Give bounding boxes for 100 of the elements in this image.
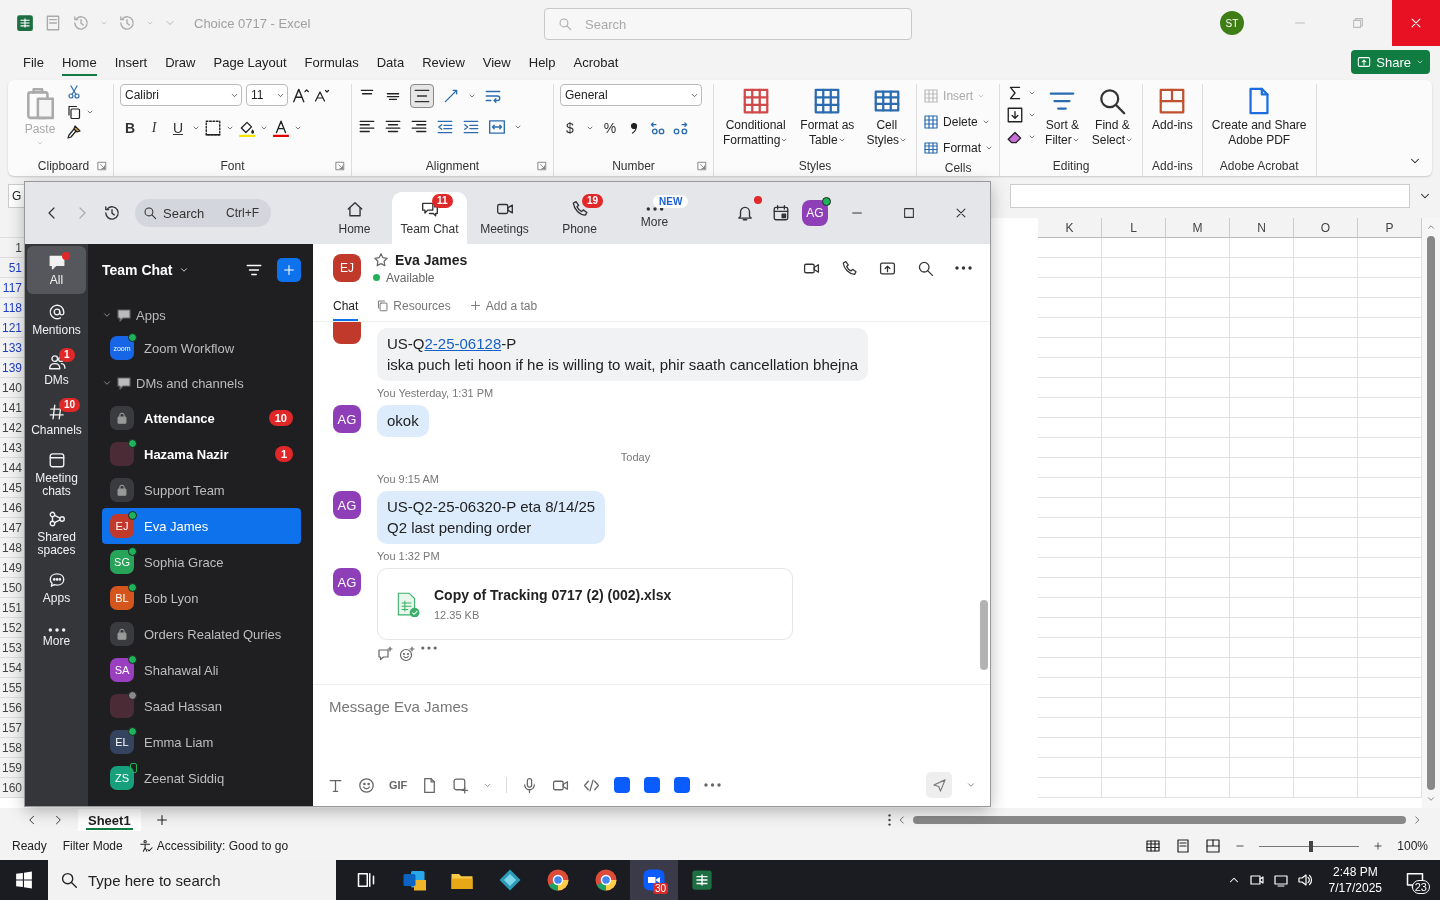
number-format-dropdown[interactable]: General [560, 84, 702, 106]
borders-icon[interactable] [204, 119, 222, 137]
cut-icon[interactable] [66, 84, 82, 100]
add-sheet-icon[interactable] [154, 813, 169, 827]
clock-date[interactable]: 7/17/2025 [1328, 880, 1382, 896]
select-all-corner[interactable] [0, 218, 25, 238]
ribbon-button[interactable]: Conditional Formatting [720, 84, 792, 156]
row-header[interactable]: 160 [0, 778, 25, 798]
column-header[interactable]: N [1230, 218, 1294, 238]
row-header[interactable]: 152 [0, 618, 25, 638]
rail-item[interactable]: Mentions [27, 296, 86, 344]
chat-tab[interactable]: Add a tab [468, 292, 538, 321]
rail-item[interactable]: 10 Channels [27, 396, 86, 444]
app-logo-icon[interactable] [16, 14, 34, 32]
align-bottom-button[interactable] [410, 84, 434, 108]
row-header[interactable]: 145 [0, 478, 25, 498]
column-header[interactable]: L [1102, 218, 1166, 238]
zoom-level[interactable]: 100% [1397, 839, 1428, 853]
column-header[interactable]: K [1038, 218, 1102, 238]
sheet-tab[interactable]: Sheet1 [78, 809, 141, 831]
ribbon-button[interactable]: Create and Share Adobe PDF [1208, 84, 1310, 156]
formula-field[interactable] [1010, 184, 1410, 208]
dialog-launcher-icon[interactable] [97, 161, 107, 171]
chat-list-item[interactable]: Support Team [102, 472, 301, 508]
row-header[interactable]: 147 [0, 518, 25, 538]
row-header[interactable]: 157 [0, 718, 25, 738]
chat-list-item[interactable]: EJ Eva James [102, 508, 301, 544]
panel-title[interactable]: Team Chat [102, 262, 173, 278]
chat-list-item[interactable]: BL Bob Lyon [102, 580, 301, 616]
copy-icon[interactable] [66, 104, 82, 120]
column-header[interactable]: M [1166, 218, 1230, 238]
share-button[interactable]: Share [1351, 50, 1430, 74]
row-header[interactable]: 133 [0, 338, 25, 358]
chat-tab[interactable]: Resources [376, 292, 451, 321]
ribbon-tab[interactable]: Page Layout [204, 48, 296, 76]
ribbon-tab[interactable]: Home [52, 48, 106, 76]
rail-item[interactable]: Apps [27, 564, 86, 612]
cells-button[interactable]: Format [923, 136, 994, 160]
ribbon-tab[interactable]: Formulas [295, 48, 368, 76]
screenshot-icon[interactable] [452, 776, 470, 794]
new-chat-button[interactable] [277, 258, 301, 282]
increase-indent-icon[interactable] [462, 118, 480, 136]
rail-item[interactable]: Meeting chats [27, 446, 86, 503]
page-layout-view-icon[interactable] [1175, 838, 1192, 854]
order-link[interactable]: 2-25-06128 [424, 335, 502, 352]
dialog-launcher-icon[interactable] [537, 161, 547, 171]
row-header[interactable]: 139 [0, 358, 25, 378]
search-field[interactable]: Search [544, 8, 912, 40]
chat-list-item[interactable]: Saad Hassan [102, 688, 301, 724]
more-icon[interactable] [704, 783, 722, 787]
fill-color-icon[interactable] [238, 119, 256, 137]
row-header[interactable]: 1 [0, 238, 25, 258]
font-color-icon[interactable] [272, 119, 290, 137]
chat-list-item[interactable]: Attendance 10 [102, 400, 301, 436]
add-reaction-icon[interactable] [399, 646, 415, 662]
ribbon-tab[interactable]: File [14, 48, 53, 76]
emoji-icon[interactable] [358, 776, 375, 794]
merge-icon[interactable] [488, 118, 506, 136]
column-header[interactable]: O [1294, 218, 1358, 238]
chat-list-item[interactable]: SG Sophia Grace [102, 544, 301, 580]
grow-font-icon[interactable] [292, 86, 310, 104]
row-header[interactable]: 117 [0, 278, 25, 298]
row-header[interactable]: 155 [0, 678, 25, 698]
row-header[interactable]: 143 [0, 438, 25, 458]
ribbon-button[interactable]: Find & Select [1088, 84, 1137, 156]
horizontal-scrollbar[interactable] [888, 814, 1422, 826]
taskbar-search-field[interactable]: Type here to search [48, 860, 336, 900]
rail-item[interactable]: All [27, 246, 86, 294]
row-header[interactable]: 150 [0, 578, 25, 598]
file-card[interactable]: Copy of Tracking 0717 (2) (002).xlsx 12.35 KB [377, 568, 793, 640]
volume-icon[interactable] [1296, 872, 1313, 888]
ribbon-tab[interactable]: Help [519, 48, 565, 76]
row-header[interactable]: 156 [0, 698, 25, 718]
format-painter-icon[interactable] [66, 124, 82, 140]
row-header[interactable]: 141 [0, 398, 25, 418]
rail-item[interactable]: 1 DMs [27, 346, 86, 394]
ribbon-tab[interactable]: Acrobat [564, 48, 628, 76]
page-break-view-icon[interactable] [1205, 838, 1222, 854]
orientation-icon[interactable] [442, 87, 460, 105]
clock-time[interactable]: 2:48 PM [1332, 864, 1378, 880]
nav-tab[interactable]: Meetings [467, 192, 542, 244]
account-avatar[interactable]: ST [1220, 11, 1244, 35]
app-icon[interactable] [614, 777, 631, 793]
row-header[interactable]: 148 [0, 538, 25, 558]
ribbon-tab[interactable]: Insert [105, 48, 157, 76]
account-avatar[interactable]: AG [802, 200, 828, 226]
decrease-indent-icon[interactable] [436, 118, 454, 136]
gif-button[interactable]: GIF [389, 779, 408, 791]
row-header[interactable]: 153 [0, 638, 25, 658]
ribbon-tab[interactable]: View [473, 48, 520, 76]
ribbon-tab[interactable]: Draw [156, 48, 205, 76]
nav-tab[interactable]: NEW More [617, 192, 692, 244]
more-icon[interactable] [421, 646, 437, 650]
cell-grid[interactable] [1038, 238, 1422, 798]
nav-tab[interactable]: Home [317, 192, 392, 244]
nav-tab[interactable]: 19 Phone [542, 192, 617, 244]
row-header[interactable]: 142 [0, 418, 25, 438]
row-header[interactable]: 154 [0, 658, 25, 678]
chat-list-item[interactable]: Hazama Nazir 1 [102, 436, 301, 472]
app-icon[interactable] [674, 777, 691, 793]
